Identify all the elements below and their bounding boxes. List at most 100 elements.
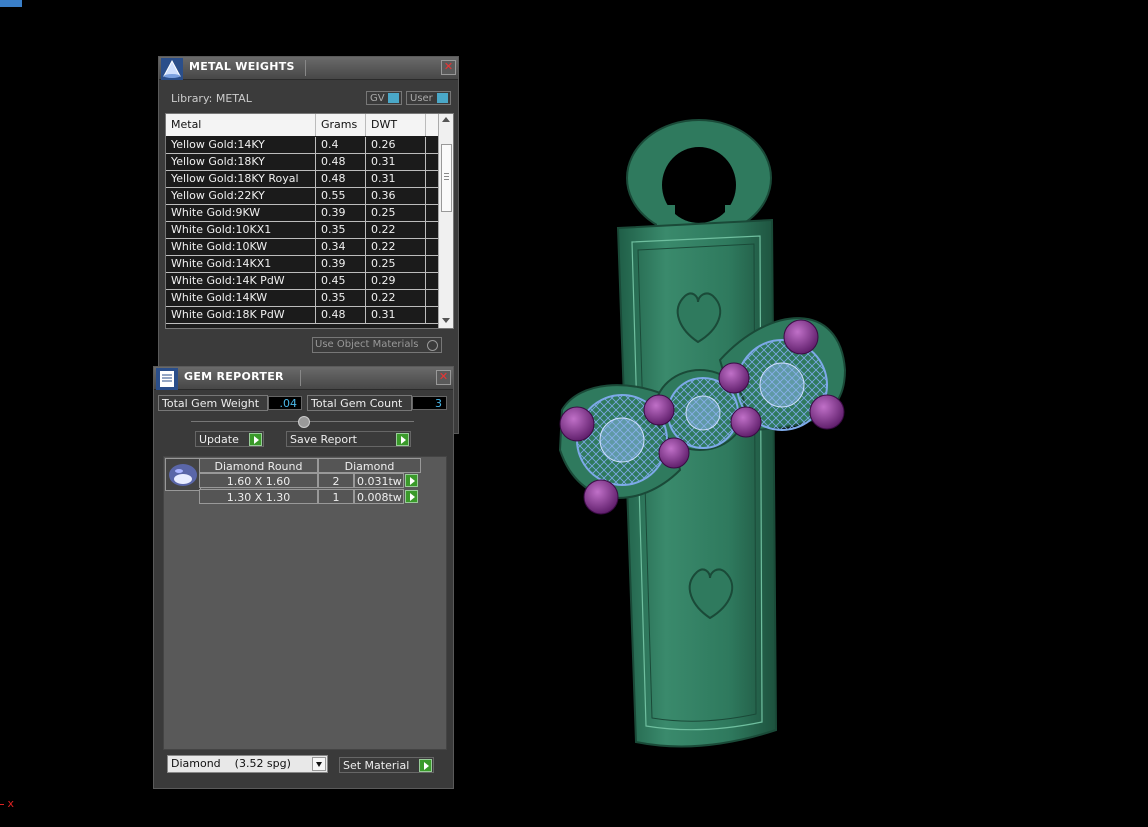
pendant-3d-model[interactable] [540,110,870,770]
gem-reporter-close-icon[interactable]: ✕ [436,370,451,385]
title-separator [300,370,301,386]
gem-row-arrow-icon[interactable] [405,490,418,503]
scroll-down-arrow-icon[interactable] [442,318,450,323]
gem-row-arrow-icon[interactable] [405,474,418,487]
metal-weights-titlebar[interactable]: METAL WEIGHTS ✕ [159,57,458,80]
gem-shape-header: Diamond Round [199,458,318,473]
gv-label: GV [370,93,385,104]
scrollbar-thumb[interactable] [441,144,452,212]
metal-name-cell: White Gold:14K PdW [166,273,316,289]
grams-cell: 0.4 [316,137,366,153]
metal-table-row[interactable]: White Gold:18K PdW 0.48 0.31 [166,307,438,324]
grams-cell: 0.35 [316,222,366,238]
material-select-value: Diamond (3.52 spg) [171,757,291,770]
metal-table-row[interactable]: White Gold:9KW 0.39 0.25 [166,205,438,222]
update-arrow-icon [249,433,262,446]
grams-cell: 0.35 [316,290,366,306]
grams-cell: 0.48 [316,154,366,170]
gv-toggle[interactable]: GV [366,91,402,105]
grams-cell: 0.48 [316,171,366,187]
update-label: Update [199,433,239,446]
metal-table-scrollbar[interactable] [438,114,453,328]
metal-name-cell: White Gold:14KW [166,290,316,306]
save-report-label: Save Report [290,433,357,446]
metal-weights-close-icon[interactable]: ✕ [441,60,456,75]
col-dwt[interactable]: DWT [366,114,426,136]
total-gem-weight-label: Total Gem Weight [158,395,268,411]
metal-weights-app-icon [161,58,183,80]
gem-weight: 0.008tw [354,489,404,504]
metal-table-row[interactable]: White Gold:14KX1 0.39 0.25 [166,256,438,273]
total-gem-count-value: 3 [412,396,447,410]
set-material-button[interactable]: Set Material [339,757,434,773]
title-separator [305,60,306,76]
metal-table-row[interactable]: Yellow Gold:14KY 0.4 0.26 [166,137,438,154]
grams-cell: 0.48 [316,307,366,323]
metal-name-cell: Yellow Gold:14KY [166,137,316,153]
set-material-label: Set Material [343,759,410,772]
dwt-cell: 0.29 [366,273,426,289]
corner-tab[interactable] [0,0,22,7]
gem-count: 1 [318,489,354,504]
update-button[interactable]: Update [195,431,264,447]
gem-size: 1.60 X 1.60 [199,473,318,488]
metal-table[interactable]: Metal Grams DWT Yellow Gold:14KY 0.4 0.26 Y… [165,113,454,329]
metal-name-cell: Yellow Gold:18KY Royal [166,171,316,187]
metal-table-row[interactable]: Yellow Gold:18KY 0.48 0.31 [166,154,438,171]
metal-name-cell: White Gold:9KW [166,205,316,221]
gem-material-header: Diamond [318,458,421,473]
bail-ring [626,119,772,237]
metal-table-row[interactable]: White Gold:14K PdW 0.45 0.29 [166,273,438,290]
grams-cell: 0.45 [316,273,366,289]
dropdown-arrow-icon[interactable] [312,757,326,771]
use-object-materials-label: Use Object Materials [315,339,419,350]
dwt-cell: 0.25 [366,256,426,272]
use-object-materials-checkbox[interactable]: Use Object Materials [312,337,442,353]
save-report-button[interactable]: Save Report [286,431,411,447]
gem-reporter-titlebar[interactable]: GEM REPORTER ✕ [154,367,453,390]
gem-list-area[interactable]: Diamond Round Diamond 1.60 X 1.60 2 0.03… [163,456,447,750]
metal-table-row[interactable]: White Gold:14KW 0.35 0.22 [166,290,438,307]
metal-table-row[interactable]: Yellow Gold:18KY Royal 0.48 0.31 [166,171,438,188]
gv-toggle-knob [388,93,399,103]
splitter-handle-icon[interactable] [298,416,310,428]
metal-table-row[interactable]: White Gold:10KW 0.34 0.22 [166,239,438,256]
grams-cell: 0.34 [316,239,366,255]
dwt-cell: 0.31 [366,307,426,323]
grams-cell: 0.39 [316,256,366,272]
grams-cell: 0.39 [316,205,366,221]
dwt-cell: 0.31 [366,154,426,170]
metal-weights-title: METAL WEIGHTS [189,60,295,73]
gem-reporter-title: GEM REPORTER [184,370,284,383]
diamond-thumbnail-icon [165,458,201,491]
metal-name-cell: White Gold:18K PdW [166,307,316,323]
axis-indicator: x [0,797,14,810]
dwt-cell: 0.31 [366,171,426,187]
user-toggle[interactable]: User [406,91,451,105]
save-report-arrow-icon [396,433,409,446]
metal-table-row[interactable]: White Gold:10KX1 0.35 0.22 [166,222,438,239]
total-gem-weight-value: .04 [268,396,302,410]
dwt-cell: 0.36 [366,188,426,204]
user-toggle-knob [437,93,448,103]
total-gem-count-label: Total Gem Count [307,395,412,411]
metal-table-row[interactable]: Yellow Gold:22KY 0.55 0.36 [166,188,438,205]
dwt-cell: 0.25 [366,205,426,221]
col-grams[interactable]: Grams [316,114,366,136]
metal-name-cell: White Gold:10KW [166,239,316,255]
dwt-cell: 0.22 [366,290,426,306]
set-material-arrow-icon [419,759,432,772]
metal-name-cell: White Gold:10KX1 [166,222,316,238]
scroll-up-arrow-icon[interactable] [442,117,450,122]
dwt-cell: 0.26 [366,137,426,153]
col-metal[interactable]: Metal [166,114,316,136]
gem-weight: 0.031tw [354,473,404,488]
gem-count: 2 [318,473,354,488]
metal-name-cell: Yellow Gold:22KY [166,188,316,204]
dwt-cell: 0.22 [366,239,426,255]
gem-reporter-app-icon [156,368,178,390]
library-label: Library: METAL [171,92,252,105]
material-select[interactable]: Diamond (3.52 spg) [167,755,328,773]
dwt-cell: 0.22 [366,222,426,238]
axis-x-label: x [7,797,15,810]
